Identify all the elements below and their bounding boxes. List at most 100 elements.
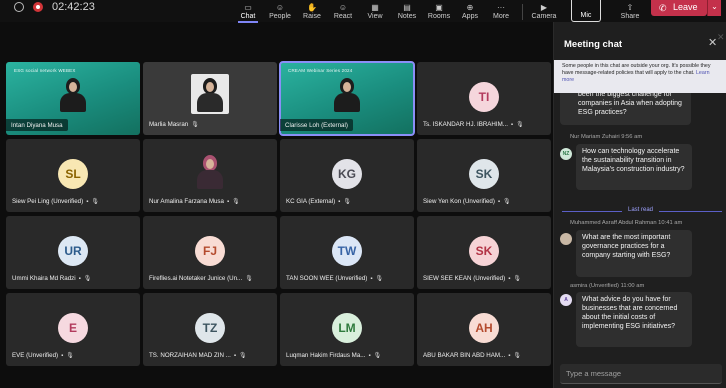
participant-avatar: UR (58, 236, 88, 266)
participant-name-bar: TS. NORZAIHAN MAD ZIN ... ▪ 🎙 (149, 350, 273, 361)
participant-figure (197, 78, 223, 112)
mic-off-icon: 🎙 (373, 353, 382, 359)
message-text: What are the most important governance p… (582, 234, 671, 259)
external-org-notice: Some people in this chat are outside you… (554, 60, 726, 93)
mic-off-icon: 🎙 (83, 276, 92, 282)
mic-off-icon: 🎙 (343, 199, 351, 205)
shield-icon (14, 2, 24, 12)
participant-tile[interactable]: LM Luqman Hakim Firdaus Ma... ▪ 🎙 (280, 293, 414, 366)
participant-tile[interactable]: SL Siew Pei Ling (Unverified) ▪ 🎙 (6, 139, 140, 212)
mic-off-icon: 🎙 (503, 199, 511, 205)
participant-name-bar: SIEW SEE KEAN (Unverified) ▪ 🎙 (423, 273, 547, 284)
mic-off-icon: 🎙 (245, 276, 253, 282)
avatar (560, 233, 572, 245)
recording-icon (33, 2, 43, 12)
mic-off-icon: 🎙 (91, 199, 99, 205)
camera-off-icon: ▪ (86, 198, 89, 205)
participant-tile[interactable]: Nur Amalina Farzana Musa ▪ 🎙 (143, 139, 277, 212)
participant-name: Ts. ISKANDAR HJ. IBRAHIM... (423, 121, 508, 128)
camera-off-icon: ▪ (510, 121, 514, 128)
mic-button[interactable]: Mic (571, 0, 601, 22)
participant-tile[interactable]: Marlia Masran 🎙 (143, 62, 277, 135)
mic-off-icon: 🎙 (232, 199, 240, 205)
message-text: How can technology accelerate the sustai… (582, 148, 685, 173)
mic-off-icon: 🎙 (66, 353, 74, 359)
mic-off-icon: 🎙 (513, 353, 521, 359)
participant-tile[interactable]: FJ Fireflies.ai Notetaker Junice (Un... … (143, 216, 277, 289)
camera-off-icon: ▪ (368, 352, 371, 359)
participant-tile[interactable]: TZ TS. NORZAIHAN MAD ZIN ... ▪ 🎙 (143, 293, 277, 366)
mic-off-icon: 🎙 (375, 276, 384, 282)
leave-button[interactable]: ✆ Leave (651, 0, 707, 16)
participant-tile[interactable]: UR Ummi Khaira Md Radzi ▪ 🎙 (6, 216, 140, 289)
notice-text: Some people in this chat are outside you… (562, 63, 711, 76)
participant-video (197, 155, 223, 189)
more-label: More (493, 13, 509, 20)
participant-name: TS. NORZAIHAN MAD ZIN ... (149, 352, 231, 359)
mic-off-icon: 🎙 (238, 353, 247, 359)
participant-name-bar: ABU BAKAR BIN ABD HAM... ▪ 🎙 (423, 350, 547, 361)
participant-avatar: KG (332, 159, 362, 189)
participant-tile[interactable]: SK SIEW SEE KEAN (Unverified) ▪ 🎙 (417, 216, 551, 289)
participant-avatar: LM (332, 313, 362, 343)
participant-name: Ummi Khaira Md Radzi (12, 275, 76, 282)
chat-message: What are the most important governance p… (576, 230, 692, 277)
avatar: NZ (560, 148, 572, 160)
camera-off-icon: ▪ (226, 198, 230, 205)
camera-off-icon: ▪ (78, 275, 81, 282)
message-input[interactable]: Type a message (560, 364, 722, 384)
camera-label: Camera (531, 13, 557, 20)
close-icon[interactable]: ✕ (717, 32, 725, 43)
participant-tile[interactable]: TI Ts. ISKANDAR HJ. IBRAHIM... ▪ 🎙 (417, 62, 551, 135)
chat-message: What advice do you have for businesses t… (576, 292, 692, 347)
more-button[interactable]: ··· More (481, 4, 521, 22)
participant-name: Luqman Hakim Firdaus Ma... (286, 352, 366, 359)
participant-tile[interactable]: TW TAN SOON WEE (Unverified) ▪ 🎙 (280, 216, 414, 289)
participant-name-bar: Siew Pei Ling (Unverified) ▪ 🎙 (12, 196, 136, 207)
camera-icon: ▶ (540, 3, 548, 12)
participant-name: SIEW SEE KEAN (Unverified) (423, 275, 506, 282)
participant-name: Siew Yen Kon (Unverified) (423, 198, 495, 205)
participant-name: TAN SOON WEE (Unverified) (286, 275, 368, 282)
chat-message: How can technology accelerate the sustai… (576, 144, 692, 190)
mic-off-icon: 🎙 (516, 122, 524, 128)
participant-tile-speaking[interactable]: CREAM Webinar Series 2024 Clarisse Loh (… (279, 61, 415, 136)
participant-avatar: SK (469, 236, 499, 266)
participant-name: Nur Amalina Farzana Musa (149, 198, 224, 205)
participant-name-bar: Ts. ISKANDAR HJ. IBRAHIM... ▪ 🎙 (423, 119, 547, 130)
camera-off-icon: ▪ (508, 352, 511, 359)
participant-tile[interactable]: SK Siew Yen Kon (Unverified) ▪ 🎙 (417, 139, 551, 212)
participant-avatar: AH (469, 313, 499, 343)
meeting-chat-panel: Meeting chat ✕ been the biggest challeng… (553, 22, 726, 388)
share-button[interactable]: ⇧ Share (610, 4, 650, 22)
participant-tile[interactable]: KG KC GIA (External) ▪ 🎙 (280, 139, 414, 212)
last-read-divider: Last read (562, 207, 722, 215)
participant-name: Intan Diyana Musa (11, 121, 63, 129)
message-meta: asmira (Unverified) 11:00 am (570, 283, 645, 289)
participant-tile[interactable]: ESG social network WEBEX Intan Diyana Mu… (6, 62, 140, 135)
phone-icon: ✆ (659, 3, 667, 13)
participant-name: Clarisse Loh (External) (285, 121, 348, 129)
message-meta: Muhammed Asraff Abdul Rahman 10:41 am (570, 220, 683, 226)
camera-off-icon: ▪ (233, 352, 236, 359)
webinar-banner: ESG social network WEBEX (14, 68, 76, 73)
leave-options-button[interactable]: ⌄ (707, 0, 721, 16)
participant-name: Siew Pei Ling (Unverified) (12, 198, 84, 205)
participant-name-bar: EVE (Unverified) ▪ 🎙 (12, 350, 136, 361)
avatar: A (560, 294, 572, 306)
participant-name-bar: Clarisse Loh (External) (280, 119, 353, 131)
camera-off-icon: ▪ (338, 198, 341, 205)
participant-name-bar: Intan Diyana Musa (6, 119, 68, 131)
participant-name-bar: Nur Amalina Farzana Musa ▪ 🎙 (149, 196, 273, 207)
participant-tile[interactable]: E EVE (Unverified) ▪ 🎙 (6, 293, 140, 366)
camera-off-icon: ▪ (508, 275, 511, 282)
camera-off-icon: ▪ (497, 198, 501, 205)
participant-name-bar: Luqman Hakim Firdaus Ma... ▪ 🎙 (286, 350, 410, 361)
leave-label: Leave (673, 2, 698, 12)
participant-video (60, 78, 86, 112)
last-read-label: Last read (622, 207, 660, 213)
close-icon[interactable]: ✕ (708, 36, 717, 49)
camera-button[interactable]: ▶ Camera (524, 4, 564, 22)
participant-tile[interactable]: AH ABU BAKAR BIN ABD HAM... ▪ 🎙 (417, 293, 551, 366)
mic-off-icon: 🎙 (191, 122, 199, 128)
